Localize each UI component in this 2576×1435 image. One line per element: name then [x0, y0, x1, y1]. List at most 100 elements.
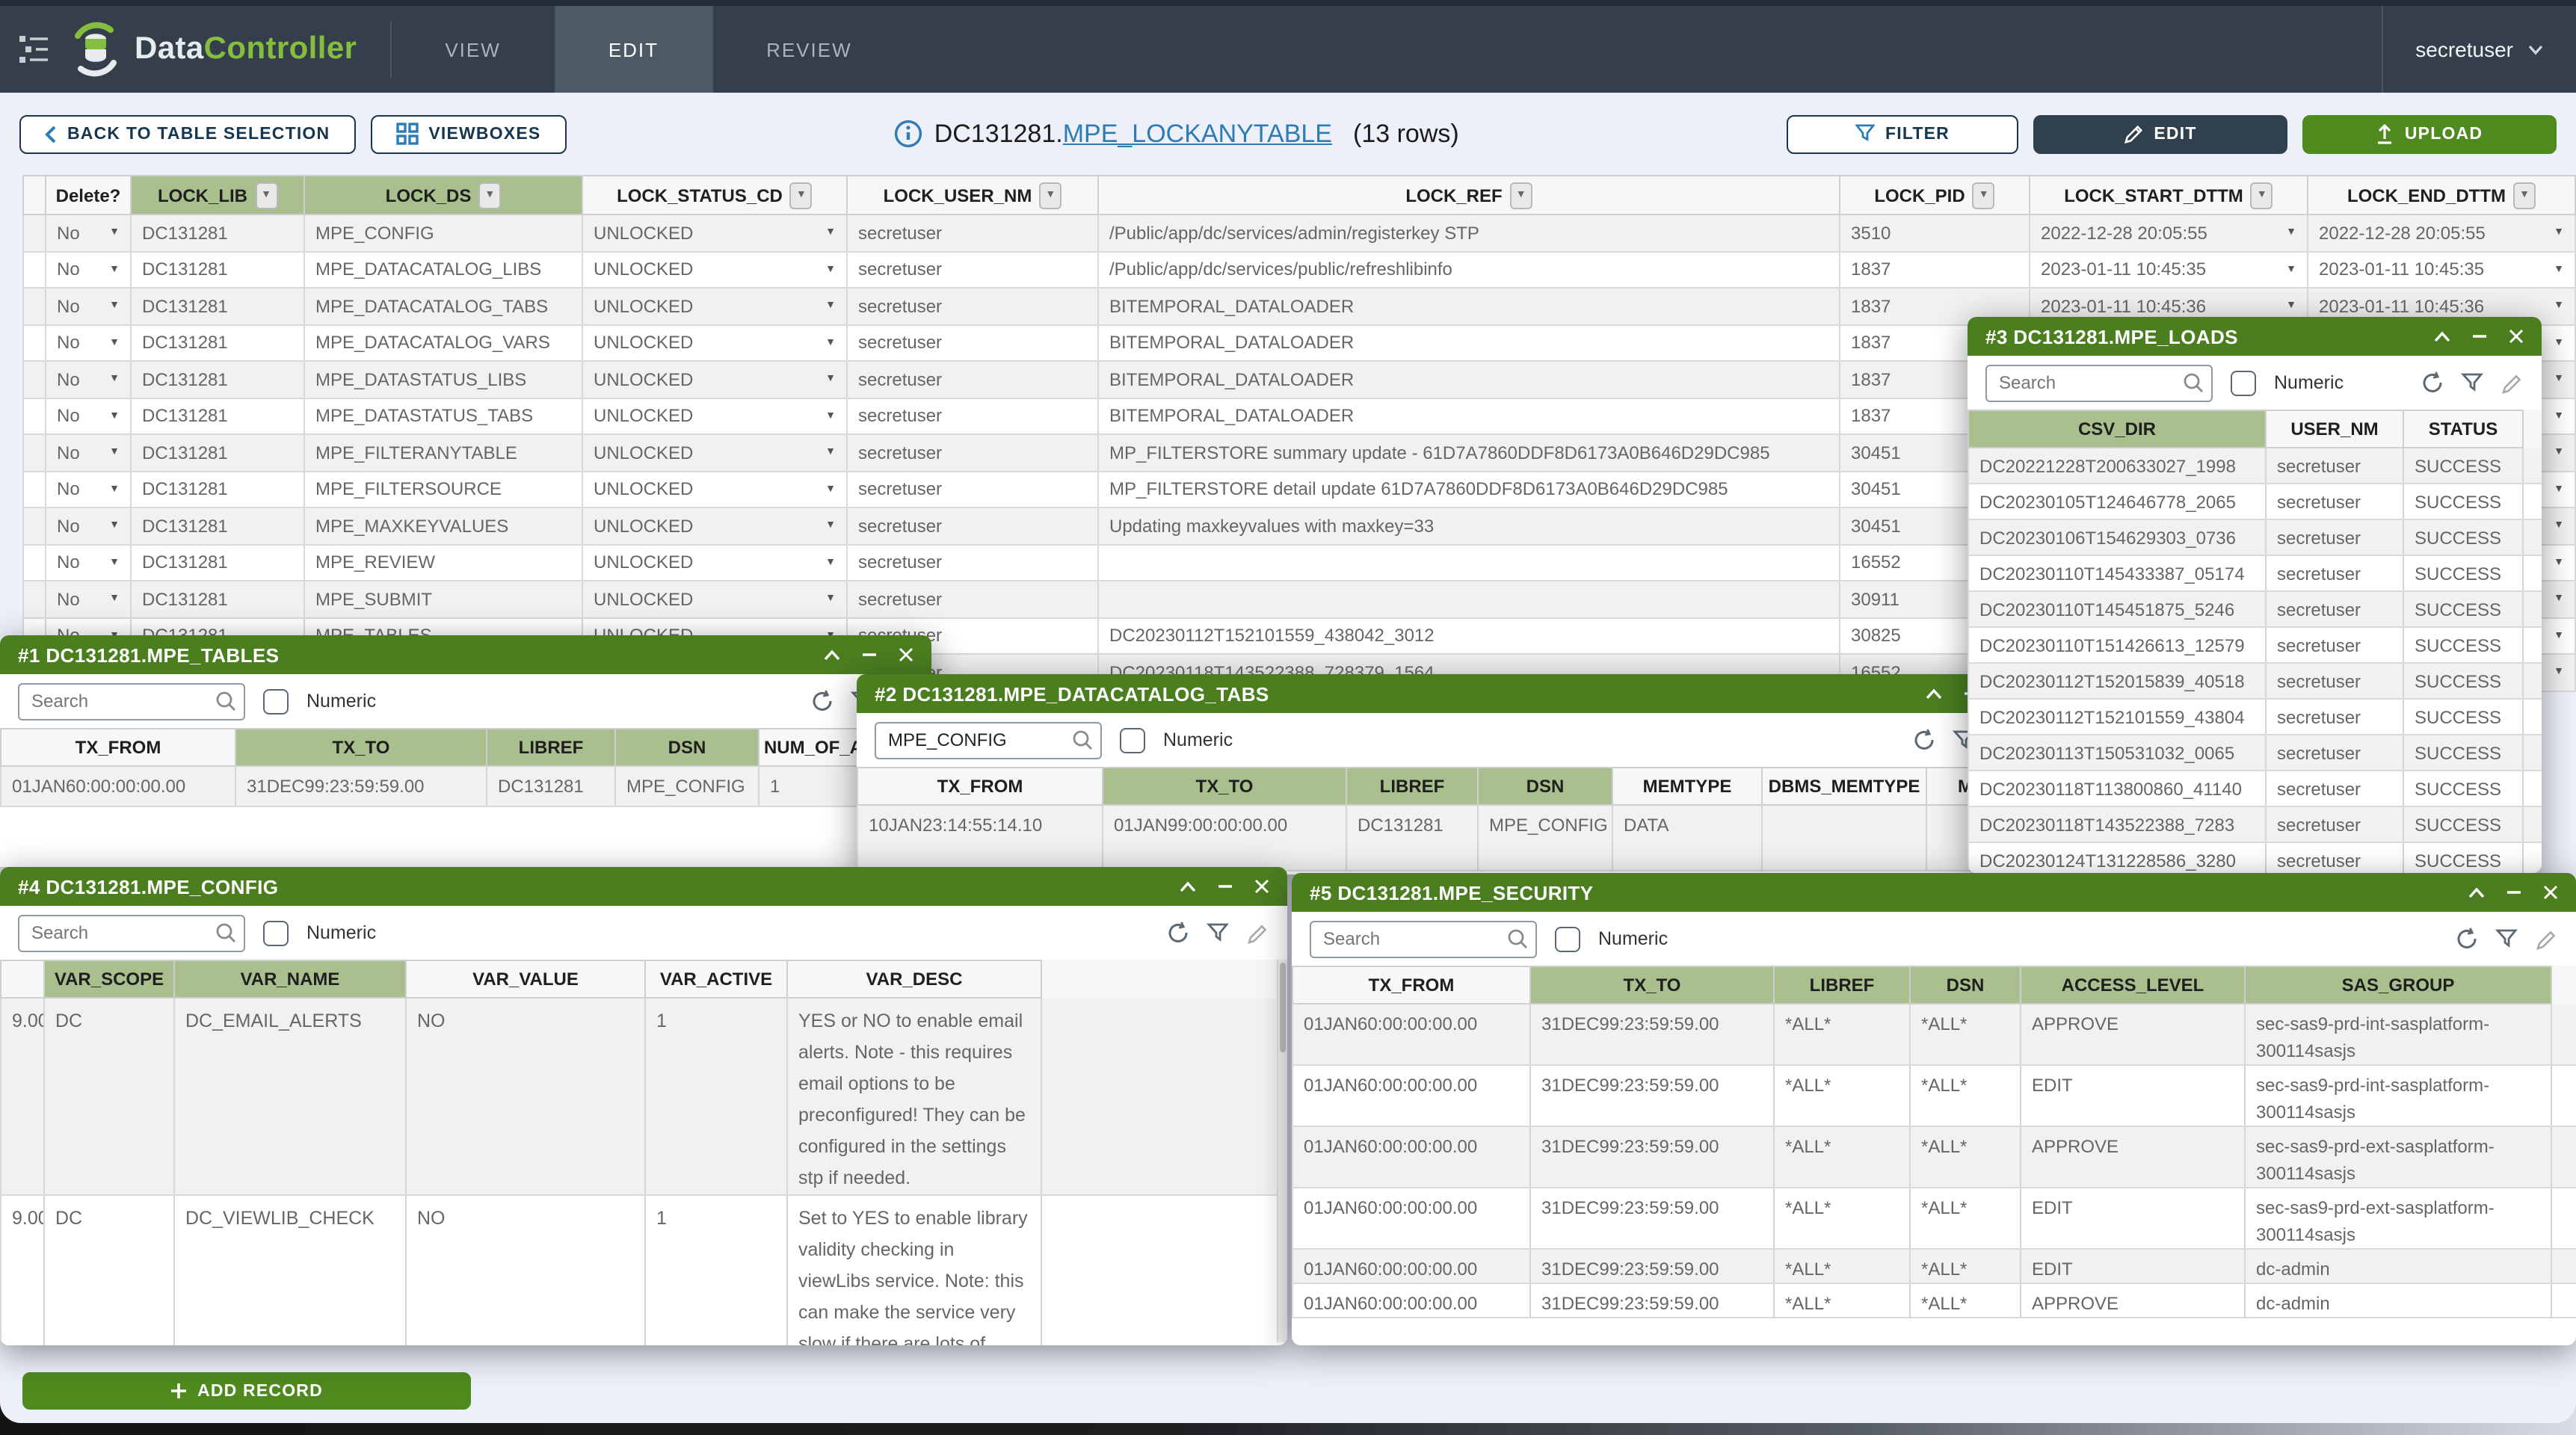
cell[interactable]: DC131281 [132, 435, 305, 470]
cell[interactable]: No▼ [46, 545, 132, 580]
cell[interactable]: Updating maxkeyvalues with maxkey=33 [1099, 508, 1840, 543]
cell[interactable]: UNLOCKED▼ [583, 325, 848, 360]
edit-button[interactable]: EDIT [2033, 114, 2287, 153]
cell[interactable] [22, 252, 46, 287]
cell[interactable]: secretuser [848, 398, 1099, 433]
cell[interactable] [22, 472, 46, 507]
tree-menu-icon[interactable] [0, 6, 69, 93]
cell[interactable]: 1837 [1840, 252, 2030, 287]
cell[interactable]: UNLOCKED▼ [583, 398, 848, 433]
cell[interactable]: MPE_DATASTATUS_LIBS [305, 362, 583, 397]
cell[interactable]: No▼ [46, 325, 132, 360]
column-header[interactable]: LOCK_DS▼ [305, 175, 583, 215]
cell[interactable] [22, 435, 46, 470]
cell[interactable]: DC131281 [132, 545, 305, 580]
app-logo[interactable]: DataController [69, 6, 389, 93]
numeric-checkbox[interactable] [263, 688, 289, 714]
cell[interactable]: DC20230112T152101559_438042_3012 [1099, 618, 1840, 653]
cell-dropdown-arrow[interactable]: ▼ [2548, 411, 2564, 422]
upload-button[interactable]: UPLOAD [2302, 114, 2557, 153]
cell-dropdown-arrow[interactable]: ▼ [819, 558, 836, 568]
cell-dropdown-arrow[interactable]: ▼ [2548, 594, 2564, 605]
cell[interactable] [22, 288, 46, 324]
numeric-checkbox[interactable] [263, 920, 289, 945]
cell-dropdown-arrow[interactable]: ▼ [819, 338, 836, 348]
edit-pencil-icon[interactable] [2536, 928, 2558, 950]
column-header[interactable]: DSN [1911, 966, 2021, 1004]
minimize-icon[interactable] [861, 649, 878, 661]
cell-dropdown-arrow[interactable]: ▼ [2548, 667, 2564, 678]
cell[interactable]: No▼ [46, 398, 132, 433]
column-header[interactable]: TX_TO [1531, 966, 1775, 1004]
cell[interactable]: No▼ [46, 508, 132, 543]
cell[interactable]: 2023-01-11 10:45:35▼ [2030, 252, 2308, 287]
column-header[interactable]: CSV_DIR [1968, 410, 2267, 448]
cell[interactable]: UNLOCKED▼ [583, 215, 848, 250]
cell[interactable] [22, 545, 46, 580]
cell[interactable]: secretuser [848, 252, 1099, 287]
cell[interactable] [1099, 581, 1840, 617]
filter-button[interactable]: FILTER [1787, 114, 2018, 153]
numeric-checkbox[interactable] [1555, 926, 1580, 951]
column-header[interactable]: SAS_GROUP [2246, 966, 2552, 1004]
cell[interactable]: /Public/app/dc/services/public/refreshli… [1099, 252, 1840, 287]
refresh-icon[interactable] [1166, 921, 1190, 945]
cell[interactable]: secretuser [848, 545, 1099, 580]
cell[interactable]: DC131281 [132, 472, 305, 507]
viewbox-titlebar[interactable]: #4 DC131281.MPE_CONFIG [0, 867, 1287, 906]
cell-dropdown-arrow[interactable]: ▼ [103, 301, 120, 312]
minimize-icon[interactable] [1217, 880, 1233, 892]
column-header[interactable]: VAR_ACTIVE [646, 960, 788, 999]
cell[interactable]: MP_FILTERSTORE summary update - 61D7A786… [1099, 435, 1840, 470]
minimize-icon[interactable] [2471, 330, 2488, 342]
cell[interactable]: BITEMPORAL_DATALOADER [1099, 288, 1840, 324]
cell[interactable]: DC131281 [132, 252, 305, 287]
column-header[interactable]: LOCK_REF▼ [1099, 175, 1840, 215]
cell[interactable]: No▼ [46, 362, 132, 397]
cell[interactable]: MPE_CONFIG [305, 215, 583, 250]
collapse-icon[interactable] [1926, 687, 1942, 700]
tab-view[interactable]: VIEW [391, 6, 554, 93]
column-header[interactable]: VAR_VALUE [407, 960, 646, 999]
cell-dropdown-arrow[interactable]: ▼ [103, 594, 120, 605]
cell-dropdown-arrow[interactable]: ▼ [2548, 265, 2564, 275]
collapse-icon[interactable] [2468, 886, 2485, 899]
cell-dropdown-arrow[interactable]: ▼ [819, 228, 836, 238]
column-header[interactable]: TX_FROM [0, 728, 236, 767]
column-header[interactable]: VAR_NAME [175, 960, 407, 999]
cell[interactable]: MPE_DATACATALOG_VARS [305, 325, 583, 360]
cell[interactable]: DC131281 [132, 362, 305, 397]
column-header[interactable]: LIBREF [487, 728, 616, 767]
close-icon[interactable] [2509, 329, 2524, 344]
cell[interactable]: No▼ [46, 581, 132, 617]
cell[interactable] [1099, 545, 1840, 580]
cell[interactable]: 3510 [1840, 215, 2030, 250]
close-icon[interactable] [1254, 879, 1269, 894]
cell-dropdown-arrow[interactable]: ▼ [819, 374, 836, 385]
edit-pencil-icon[interactable] [1247, 922, 1269, 944]
cell[interactable]: No▼ [46, 435, 132, 470]
viewbox-titlebar[interactable]: #2 DC131281.MPE_DATACATALOG_TABS [857, 674, 2033, 713]
cell[interactable]: UNLOCKED▼ [583, 288, 848, 324]
search-input[interactable] [1985, 364, 2213, 401]
cell-dropdown-arrow[interactable]: ▼ [2548, 521, 2564, 531]
numeric-checkbox[interactable] [1120, 727, 1145, 753]
cell-dropdown-arrow[interactable]: ▼ [103, 521, 120, 531]
refresh-icon[interactable] [810, 689, 834, 713]
column-header[interactable]: DSN [616, 728, 759, 767]
column-header[interactable]: LOCK_START_DTTM▼ [2030, 175, 2308, 215]
cell-dropdown-arrow[interactable]: ▼ [819, 448, 836, 458]
column-filter-button[interactable]: ▼ [2513, 182, 2536, 209]
cell[interactable]: No▼ [46, 472, 132, 507]
cell-dropdown-arrow[interactable]: ▼ [2548, 374, 2564, 385]
cell[interactable]: MPE_REVIEW [305, 545, 583, 580]
cell-dropdown-arrow[interactable]: ▼ [819, 484, 836, 495]
cell[interactable]: secretuser [848, 435, 1099, 470]
filter-funnel-icon[interactable] [2495, 928, 2519, 949]
cell[interactable]: BITEMPORAL_DATALOADER [1099, 325, 1840, 360]
edit-pencil-icon[interactable] [2501, 371, 2524, 394]
cell-dropdown-arrow[interactable]: ▼ [2548, 484, 2564, 495]
tab-review[interactable]: REVIEW [712, 6, 906, 93]
cell[interactable]: secretuser [848, 472, 1099, 507]
cell-dropdown-arrow[interactable]: ▼ [819, 265, 836, 275]
